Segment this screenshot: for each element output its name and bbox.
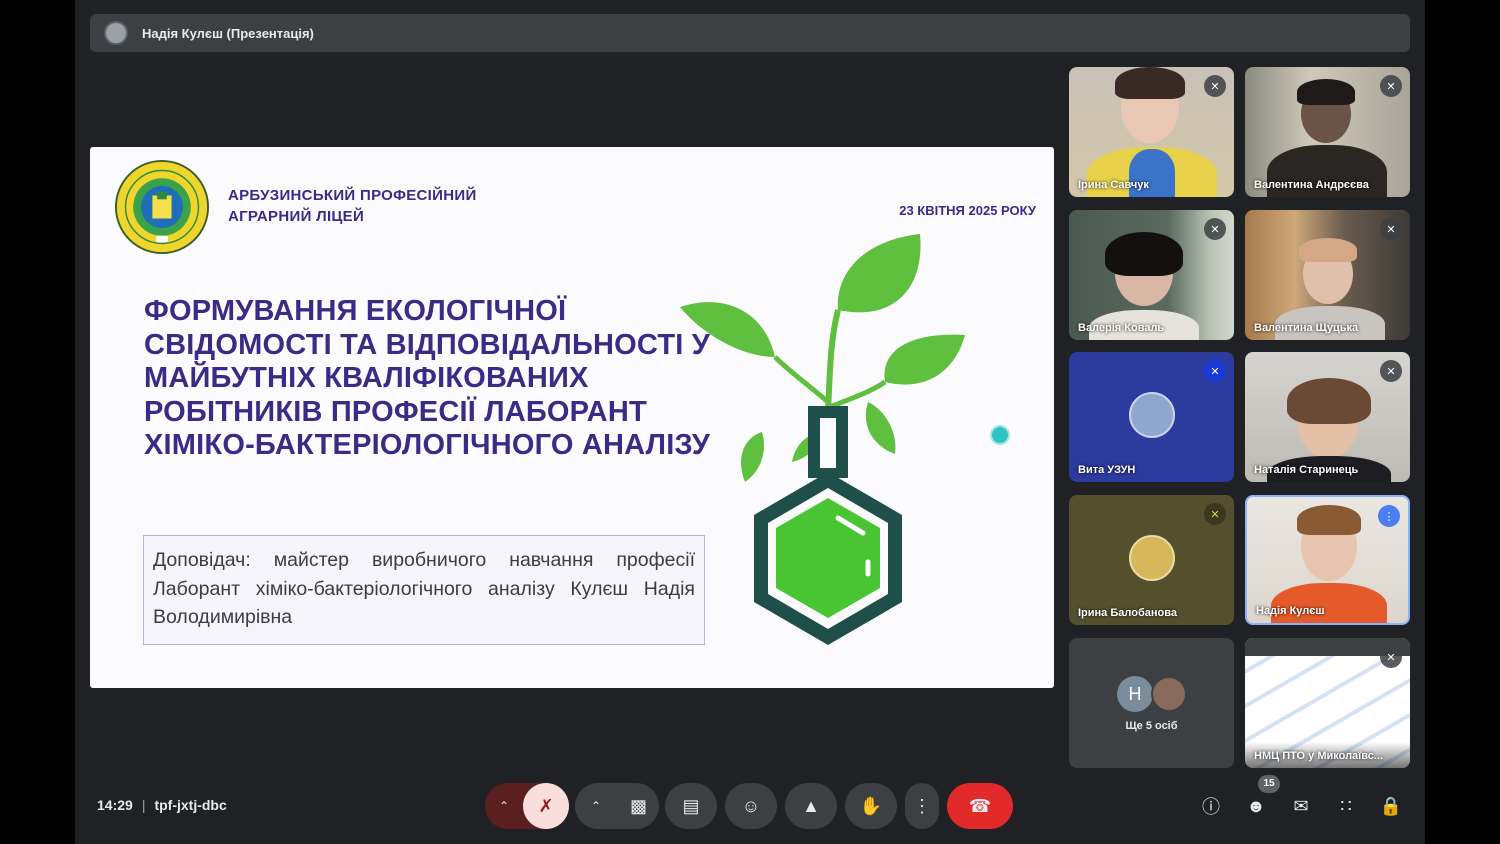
shared-slide: АРБУЗИНСЬКИЙ ПРОФЕСІЙНИЙ АГРАРНИЙ ЛІЦЕЙ … xyxy=(90,147,1054,688)
leave-call-button[interactable]: ☎ xyxy=(947,783,1013,829)
avatar: Н xyxy=(1117,676,1153,712)
audio-options-chevron-icon[interactable]: ⌃ xyxy=(499,799,509,813)
mic-control-group: ⌃ ✗ xyxy=(485,783,569,829)
participant-tile[interactable]: ✕ НМЦ ПТО у Миколаївс... xyxy=(1245,638,1410,768)
presenter-name: Надія Кулєш (Презентація) xyxy=(142,25,314,41)
mic-off-icon: ✕ xyxy=(1380,360,1402,382)
emoji-icon: ☺ xyxy=(741,795,761,816)
more-participants-tile[interactable]: Н Ще 5 осіб xyxy=(1069,638,1234,768)
meet-window: Надія Кулєш (Презентація) АРБУЗИНСЬКИЙ П… xyxy=(75,0,1425,844)
participant-name: Вита УЗУН xyxy=(1078,464,1136,476)
speaking-indicator-icon: ⋮ xyxy=(1378,505,1400,527)
participant-tile[interactable]: ✕ Ірина Балобанова xyxy=(1069,495,1234,625)
presenter-avatar xyxy=(104,21,128,45)
plant-flask-icon xyxy=(680,234,965,645)
hand-icon: ✋ xyxy=(859,795,883,816)
avatar xyxy=(1129,392,1175,438)
participant-tile[interactable]: ✕ Валерія Коваль xyxy=(1069,210,1234,340)
school-name: АРБУЗИНСЬКИЙ ПРОФЕСІЙНИЙ АГРАРНИЙ ЛІЦЕЙ xyxy=(228,185,477,227)
lyceum-emblem-icon xyxy=(114,159,210,255)
participant-tile[interactable]: ✕ Валентина Андрєєва xyxy=(1245,67,1410,197)
participant-name: Валерія Коваль xyxy=(1078,322,1165,334)
present-button[interactable]: ▲ xyxy=(785,783,837,829)
more-options-button[interactable]: ⋮ xyxy=(905,783,939,829)
meeting-details-icon[interactable]: ⓘ xyxy=(1196,791,1226,821)
people-icon[interactable]: ☻ xyxy=(1241,791,1271,821)
reactions-button[interactable]: ☺ xyxy=(725,783,777,829)
meeting-info: 14:29 | tpf-jxtj-dbc xyxy=(97,797,227,813)
more-participants-label: Ще 5 осіб xyxy=(1125,720,1178,732)
host-controls-icon[interactable]: 🔒 xyxy=(1376,791,1406,821)
present-screen-icon: ▲ xyxy=(802,795,820,816)
current-time: 14:29 xyxy=(97,797,133,813)
mic-off-icon: ✕ xyxy=(1380,646,1402,668)
mic-off-button[interactable]: ✗ xyxy=(523,783,569,829)
camera-control-group: ⌃ ▩ xyxy=(575,783,659,829)
participant-name: Наталія Старинець xyxy=(1254,464,1359,476)
participant-tile[interactable]: ⋮ Надія Кулєш xyxy=(1245,495,1410,625)
mic-off-icon: ✕ xyxy=(1380,218,1402,240)
meeting-code[interactable]: tpf-jxtj-dbc xyxy=(154,797,226,813)
raise-hand-button[interactable]: ✋ xyxy=(845,783,897,829)
people-count-badge: 15 xyxy=(1258,775,1280,793)
camera-button[interactable]: ▩ xyxy=(630,796,647,817)
mic-off-icon: ✕ xyxy=(1204,75,1226,97)
hang-up-icon: ☎ xyxy=(968,795,992,816)
activities-icon[interactable]: ∷ xyxy=(1331,791,1361,821)
participant-name: Ірина Савчук xyxy=(1078,179,1149,191)
school-name-line2: АГРАРНИЙ ЛІЦЕЙ xyxy=(228,208,365,225)
speaker-box: Доповідач: майстер виробничого навчання … xyxy=(143,535,705,645)
participant-name: НМЦ ПТО у Миколаївс... xyxy=(1254,750,1384,762)
participant-tile[interactable]: ✕ Наталія Старинець xyxy=(1245,352,1410,482)
captions-icon: ▤ xyxy=(682,795,700,816)
more-vert-icon: ⋮ xyxy=(913,795,931,816)
chat-icon[interactable]: ✉ xyxy=(1286,791,1316,821)
participant-name: Надія Кулєш xyxy=(1256,605,1325,617)
mic-off-icon: ✕ xyxy=(1204,360,1226,382)
participant-tile[interactable]: ✕ Ірина Савчук xyxy=(1069,67,1234,197)
mic-off-icon: ✕ xyxy=(1204,218,1226,240)
avatar xyxy=(1151,676,1187,712)
participant-tile[interactable]: ✕ Вита УЗУН xyxy=(1069,352,1234,482)
mic-off-icon: ✕ xyxy=(1380,75,1402,97)
avatar xyxy=(1129,535,1175,581)
slide-date: 23 КВІТНЯ 2025 РОКУ xyxy=(899,203,1036,218)
participant-name: Валентина Андрєєва xyxy=(1254,179,1369,191)
video-options-chevron-icon[interactable]: ⌃ xyxy=(591,799,601,813)
mic-off-icon: ✕ xyxy=(1204,503,1226,525)
pointer-cursor-icon xyxy=(990,425,1010,445)
slide-title: ФОРМУВАННЯ ЕКОЛОГІЧНОЇ СВІДОМОСТІ ТА ВІД… xyxy=(144,295,711,461)
school-name-line1: АРБУЗИНСЬКИЙ ПРОФЕСІЙНИЙ xyxy=(228,187,477,204)
participant-name: Валентина Щуцька xyxy=(1254,322,1359,334)
presentation-header: Надія Кулєш (Презентація) xyxy=(90,14,1410,52)
participant-name: Ірина Балобанова xyxy=(1078,607,1177,619)
participant-tile[interactable]: ✕ Валентина Щуцька xyxy=(1245,210,1410,340)
captions-button[interactable]: ▤ xyxy=(665,783,717,829)
